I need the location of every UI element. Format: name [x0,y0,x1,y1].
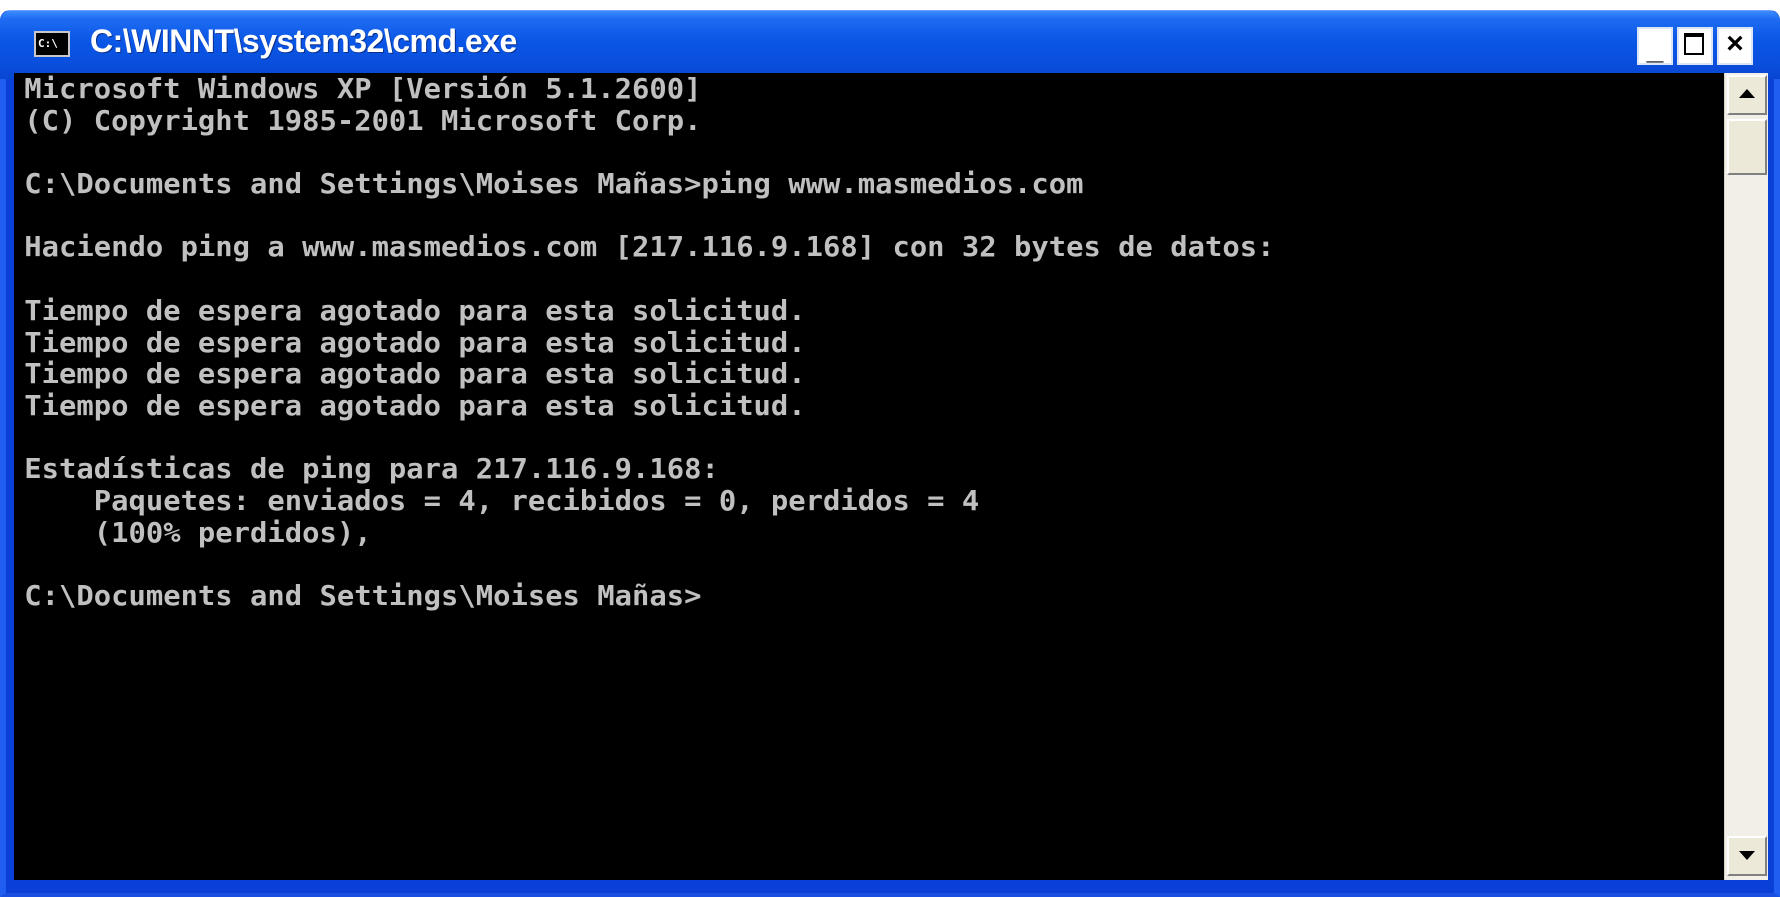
console-line: Tiempo de espera agotado para esta solic… [24,357,806,391]
title-bar[interactable]: C:\ C:\WINNT\system32\cmd.exe _ × [0,11,1780,79]
arrow-down-icon [1739,851,1755,860]
maximize-button[interactable] [1677,27,1713,65]
console-line: Microsoft Windows XP [Versión 5.1.2600] [24,73,702,105]
console-line: (C) Copyright 1985-2001 Microsoft Corp. [24,103,702,137]
minimize-icon: _ [1646,33,1664,66]
window-title: C:\WINNT\system32\cmd.exe [90,23,517,59]
console-line: Tiempo de espera agotado para esta solic… [24,325,806,359]
console-line: Tiempo de espera agotado para esta solic… [24,293,806,327]
prompt-line[interactable]: C:\Documents and Settings\Moises Mañas> [14,580,1724,612]
scroll-up-button[interactable] [1727,75,1767,115]
console-line: Estadísticas de ping para 217.116.9.168: [24,452,719,486]
scroll-down-button[interactable] [1727,836,1767,876]
vertical-scrollbar[interactable] [1724,73,1768,880]
console-output[interactable]: Microsoft Windows XP [Versión 5.1.2600] … [14,73,1724,880]
close-icon: × [1726,27,1744,60]
console-line: Haciendo ping a www.masmedios.com [217.1… [24,230,1275,264]
console-icon[interactable]: C:\ [34,31,70,57]
console-line: Tiempo de espera agotado para esta solic… [24,388,806,422]
arrow-up-icon [1739,89,1755,98]
maximize-icon [1684,33,1704,55]
close-button[interactable]: × [1717,27,1753,65]
command-line: C:\Documents and Settings\Moises Mañas>p… [24,167,1084,201]
scroll-thumb[interactable] [1727,119,1767,175]
console-line: (100% perdidos), [24,515,372,549]
minimize-button[interactable]: _ [1637,27,1673,65]
console-line: Paquetes: enviados = 4, recibidos = 0, p… [24,483,980,517]
